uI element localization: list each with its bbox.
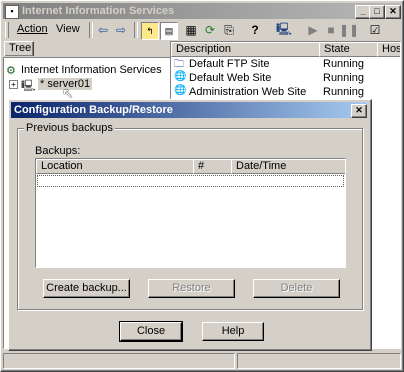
task-icon[interactable]: ☑ (367, 22, 383, 38)
row-description: Default FTP Site (189, 58, 270, 70)
back-arrow-icon[interactable]: ⇦ (95, 22, 111, 38)
iis-root-icon: ⚙ (6, 65, 16, 77)
properties-icon[interactable]: ▦ (183, 22, 199, 38)
main-title-bar[interactable]: ▪ Internet Information Services _ □ ✕ (3, 3, 401, 19)
column-header-state[interactable]: State (319, 42, 378, 57)
expand-icon[interactable]: + (9, 80, 18, 89)
menu-action[interactable]: Action (17, 23, 48, 35)
menu-view[interactable]: View (56, 23, 80, 35)
computer-icon[interactable]: 🖳 (276, 22, 292, 38)
tab-tree[interactable]: Tree (4, 41, 34, 56)
stop-icon[interactable]: ■ (323, 22, 339, 38)
status-bar-right (237, 353, 401, 369)
maximize-button[interactable]: □ (369, 5, 385, 19)
row-description: Default Web Site (189, 72, 272, 84)
list-row[interactable]: 🌐 Administration Web Site Running (171, 85, 400, 99)
refresh-icon[interactable]: ⟳ (202, 22, 218, 38)
row-state: Running (323, 72, 364, 84)
backup-restore-dialog: Configuration Backup/Restore ✕ Previous … (8, 99, 372, 351)
server-icon: 🖳 (21, 80, 36, 92)
forward-arrow-icon[interactable]: ⇨ (113, 22, 129, 38)
close-window-button[interactable]: ✕ (385, 5, 401, 19)
backups-list[interactable]: Location # Date/Time (35, 158, 346, 268)
tree-root-label[interactable]: Internet Information Services (21, 64, 162, 76)
toolbar-separator (89, 22, 93, 38)
column-header-location[interactable]: Location (36, 159, 194, 174)
show-tree-icon[interactable]: ▤ (160, 22, 178, 40)
delete-button[interactable]: Delete (253, 279, 340, 298)
help-icon[interactable]: ? (247, 22, 263, 38)
start-icon[interactable]: ▶ (305, 22, 321, 38)
column-header-description[interactable]: Description (171, 42, 320, 57)
status-bar-left (3, 353, 235, 369)
dialog-title: Configuration Backup/Restore (14, 104, 173, 116)
toolbar-separator (134, 22, 138, 38)
iis-app-icon: ▪ (5, 5, 19, 19)
column-header-host[interactable]: Host (377, 42, 400, 57)
list-row[interactable]: 🗀 Default FTP Site Running (171, 57, 400, 71)
web-site-icon: 🌐 (174, 71, 187, 82)
previous-backups-label: Previous backups (24, 122, 115, 134)
column-header-number[interactable]: # (193, 159, 232, 174)
column-header-datetime[interactable]: Date/Time (231, 159, 345, 174)
dialog-close-button[interactable]: ✕ (351, 104, 367, 118)
menu-grip (5, 22, 9, 38)
web-site-icon: 🌐 (174, 85, 187, 96)
tab-tree-label: Tree (9, 42, 32, 54)
export-list-icon[interactable]: ⎘ (221, 22, 237, 38)
main-window-title: Internet Information Services (22, 5, 175, 17)
close-button[interactable]: Close (119, 321, 183, 342)
create-backup-button[interactable]: Create backup... (43, 279, 130, 298)
pause-icon[interactable]: ❚❚ (339, 22, 359, 38)
list-row[interactable]: 🌐 Default Web Site Running (171, 71, 400, 85)
list-focus-row[interactable] (37, 175, 344, 187)
toolbar: Action View ⇦ ⇨ ↰ ▤ ▦ ⟳ ⎘ ? 🖳 ▶ ■ ❚❚ ☑ (3, 20, 401, 40)
dialog-title-bar[interactable]: Configuration Backup/Restore ✕ (11, 102, 367, 118)
row-state: Running (323, 86, 364, 98)
backups-label: Backups: (35, 145, 81, 157)
restore-button[interactable]: Restore (148, 279, 235, 298)
row-state: Running (323, 58, 364, 70)
help-button[interactable]: Help (202, 322, 264, 341)
up-folder-icon[interactable]: ↰ (141, 22, 159, 40)
row-description: Administration Web Site (189, 86, 307, 98)
